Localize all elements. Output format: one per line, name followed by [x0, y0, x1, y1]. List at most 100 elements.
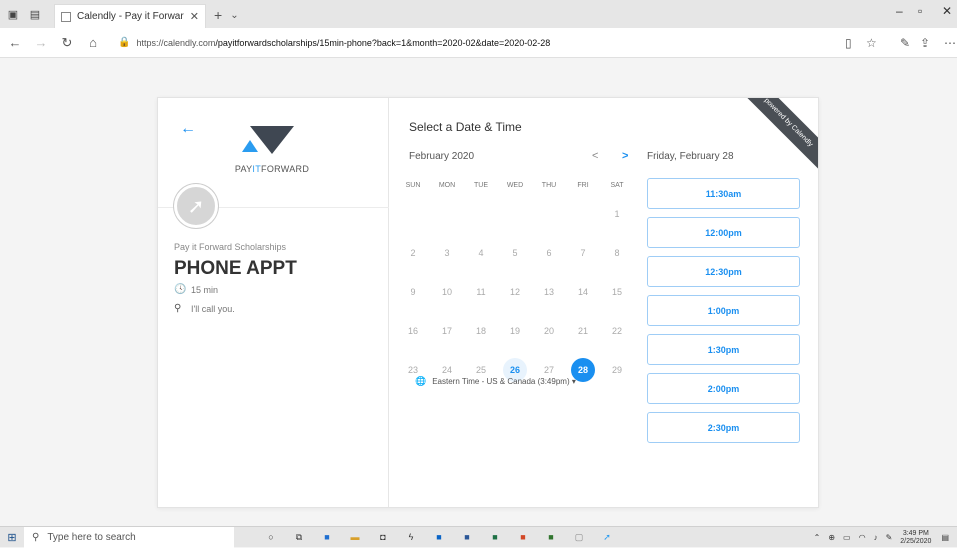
calendar-day: 20: [543, 326, 554, 336]
powered-by-calendly-ribbon[interactable]: powered by Calendly: [737, 98, 818, 174]
browser-tab[interactable]: Calendly - Pay it Forwar ✕: [54, 4, 206, 28]
pen-icon[interactable]: ✎: [900, 36, 910, 50]
selected-date-heading: Friday, February 28: [647, 151, 734, 162]
calendar-day: 22: [611, 326, 622, 336]
search-placeholder: Type here to search: [47, 531, 136, 543]
next-month-icon[interactable]: >: [622, 150, 628, 162]
page-favicon-icon: [61, 11, 71, 22]
url-path: /payitforwardscholarships/15min-phone?ba…: [215, 37, 551, 48]
lock-icon: 🔒: [118, 37, 131, 48]
time-slot-button[interactable]: 12:00pm: [647, 217, 800, 248]
weekday-label: THU: [541, 182, 557, 189]
month-label: February 2020: [409, 151, 475, 162]
calendar-day: 18: [475, 326, 486, 336]
calendar-day: 16: [407, 326, 418, 336]
app-bolt-icon[interactable]: ϟ: [400, 527, 422, 548]
pay-it-forward-app-icon[interactable]: ➚: [596, 527, 618, 548]
location-text: I'll call you.: [191, 303, 235, 314]
calendar-day: 29: [611, 365, 622, 375]
file-explorer-icon[interactable]: ▬: [344, 527, 366, 548]
reading-view-icon[interactable]: ▯: [845, 36, 852, 50]
calendar-day: 21: [577, 326, 588, 336]
calendar-day: 5: [512, 248, 518, 258]
calendar-day: 17: [441, 326, 452, 336]
maximize-icon[interactable]: ▫: [918, 4, 922, 18]
weekday-label: FRI: [577, 182, 589, 189]
time-slot-button[interactable]: 12:30pm: [647, 256, 800, 287]
logo-blue-triangle-icon: [242, 140, 258, 152]
calendar-day: 13: [543, 287, 554, 297]
booking-card: ← PAYITFORWARD ➚ Pay it Forward Scholars…: [157, 97, 819, 508]
edge-browser-icon[interactable]: ■: [316, 527, 338, 548]
close-tab-icon[interactable]: ✕: [190, 10, 199, 23]
calendar-day: 19: [509, 326, 520, 336]
wifi-icon[interactable]: ◠: [859, 533, 866, 542]
refresh-icon[interactable]: ↻: [56, 35, 78, 51]
word-icon[interactable]: ■: [456, 527, 478, 548]
calendar-day: 2: [410, 248, 416, 258]
pen-tray-icon[interactable]: ✎: [886, 533, 893, 542]
calendar-day: 11: [476, 287, 486, 297]
calendar-day: 15: [611, 287, 622, 297]
show-hidden-icons-chevron-icon[interactable]: ⌃: [814, 533, 821, 542]
tab-actions-icon[interactable]: ▣: [4, 5, 22, 23]
time-slot-button[interactable]: 1:00pm: [647, 295, 800, 326]
globe-icon: 🌐: [415, 376, 427, 386]
scheduler-heading: Select a Date & Time: [409, 120, 522, 134]
tab-list-chevron-icon[interactable]: ⌄: [230, 10, 238, 21]
calendar-day: 3: [444, 248, 450, 258]
network-icon[interactable]: ⊕: [828, 533, 835, 542]
notifications-icon[interactable]: ▤: [941, 533, 949, 542]
taskbar-search[interactable]: ⚲ Type here to search: [24, 526, 234, 548]
calendar-day: 14: [577, 287, 588, 297]
clock-time: 3:49 PM: [902, 529, 929, 537]
calendar-day: 12: [509, 287, 520, 297]
new-tab-icon[interactable]: +: [214, 7, 222, 23]
cortana-icon[interactable]: ○: [260, 527, 282, 548]
timezone-selector[interactable]: 🌐 Eastern Time - US & Canada (3:49pm) ▾: [415, 376, 576, 387]
calendar-day: 9: [410, 287, 416, 297]
weekday-label: MON: [438, 182, 456, 189]
back-nav-icon[interactable]: ←: [4, 35, 26, 50]
share-icon[interactable]: ⇪: [920, 36, 930, 50]
outlook-icon[interactable]: ■: [428, 527, 450, 548]
logo-text: PAYITFORWARD: [232, 164, 312, 174]
time-slot-button[interactable]: 1:30pm: [647, 334, 800, 365]
windows-start-icon[interactable]: ⊞: [0, 527, 24, 548]
more-icon[interactable]: ⋯: [944, 36, 956, 50]
project-icon[interactable]: ■: [540, 527, 562, 548]
favorite-star-icon[interactable]: ☆: [866, 36, 877, 50]
battery-icon[interactable]: ▭: [843, 533, 851, 542]
time-slot-button[interactable]: 11:30am: [647, 178, 800, 209]
volume-icon[interactable]: ♪: [874, 533, 878, 542]
store-icon[interactable]: ◘: [372, 527, 394, 548]
minimize-icon[interactable]: –: [896, 4, 903, 18]
task-view-icon[interactable]: ⧉: [288, 527, 310, 548]
close-window-icon[interactable]: ✕: [942, 4, 952, 18]
browser-tab-bar: ▣ ▤ Calendly - Pay it Forwar ✕ + ⌄: [0, 0, 957, 28]
home-icon[interactable]: ⌂: [82, 35, 104, 50]
clock-icon: 🕓: [174, 284, 187, 295]
search-icon: ⚲: [32, 531, 40, 543]
event-details-panel: ← PAYITFORWARD ➚ Pay it Forward Scholars…: [158, 98, 389, 507]
pay-it-forward-logo: PAYITFORWARD: [232, 122, 312, 182]
time-slot-button[interactable]: 2:30pm: [647, 412, 800, 443]
url-field[interactable]: 🔒 https://calendly.com/payitforwardschol…: [118, 37, 818, 48]
back-arrow-icon[interactable]: ←: [180, 120, 196, 138]
calendar-day: 7: [580, 248, 586, 258]
excel-icon[interactable]: ■: [484, 527, 506, 548]
weekday-label: TUE: [474, 182, 488, 189]
taskbar: ⊞ ⚲ Type here to search ○ ⧉ ■ ▬ ◘ ϟ ■ ■ …: [0, 526, 957, 548]
scheduler-panel: Select a Date & Time February 2020 < > S…: [389, 98, 818, 507]
calendar-day: 4: [478, 248, 484, 258]
time-slot-button[interactable]: 2:00pm: [647, 373, 800, 404]
powerpoint-icon[interactable]: ■: [512, 527, 534, 548]
avatar: ➚: [174, 184, 218, 228]
forward-nav-icon[interactable]: →: [30, 35, 52, 50]
tab-preview-icon[interactable]: ▤: [26, 5, 44, 23]
calendar-day: 6: [546, 248, 552, 258]
notepad-icon[interactable]: ▢: [568, 527, 590, 548]
duration-row: 🕓 15 min: [174, 284, 218, 295]
prev-month-icon[interactable]: <: [592, 150, 598, 162]
clock[interactable]: 3:49 PM 2/25/2020: [900, 530, 931, 546]
